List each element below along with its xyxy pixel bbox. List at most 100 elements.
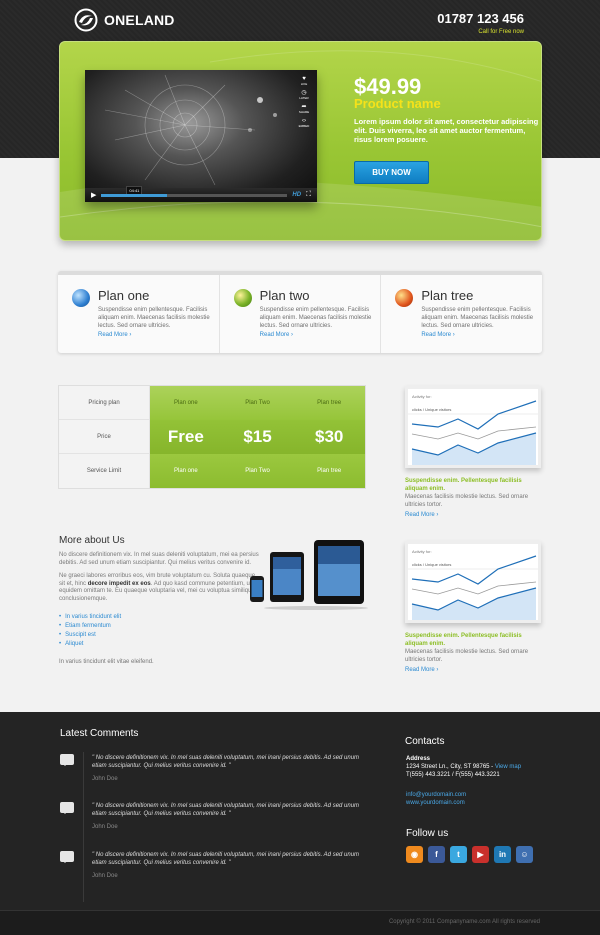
stats-chart-thumbnail[interactable]: Activity for: clicks / Unique visitors bbox=[405, 386, 541, 468]
later-label: LATER bbox=[299, 96, 309, 100]
comment-author: John Doe bbox=[92, 776, 118, 782]
plan-card: Plan two Suspendisse enim pellentesque. … bbox=[220, 275, 382, 353]
plan-one-globe-icon bbox=[72, 289, 90, 307]
linkedin-icon[interactable]: in bbox=[494, 846, 511, 863]
plan-title: Plan two bbox=[259, 288, 310, 303]
twitter-icon[interactable]: t bbox=[450, 846, 467, 863]
pricing-row-price: Price Free $15 $30 bbox=[59, 420, 365, 454]
play-icon[interactable]: ▶ bbox=[91, 191, 96, 199]
plan-read-more-link[interactable]: Read More › bbox=[98, 332, 131, 338]
plan-title: Plan one bbox=[98, 288, 150, 303]
stats-widget: Activity for: clicks / Unique visitors S… bbox=[405, 386, 541, 518]
comment-bubble-icon bbox=[60, 802, 74, 814]
plan-read-more-link[interactable]: Read More › bbox=[260, 332, 293, 338]
youtube-icon[interactable]: ▶ bbox=[472, 846, 489, 863]
chart-sub: clicks / Unique visitors bbox=[412, 407, 451, 412]
email-link[interactable]: info@yourdomain.com bbox=[406, 792, 466, 798]
stats-chart-thumbnail[interactable]: Activity for: clicks / Unique visitors bbox=[405, 541, 541, 623]
pricing-cell[interactable]: Plan one bbox=[150, 386, 222, 420]
footer-bottom-bar: Copyright © 2011 Companyname.com All rig… bbox=[0, 910, 600, 935]
chart-label: Activity for: bbox=[412, 394, 432, 399]
about-list-item[interactable]: In varius tincidunt elit bbox=[59, 613, 259, 622]
address-line: 1234 Street Ln., City, ST 98765 - bbox=[406, 764, 495, 770]
about-list-item[interactable]: Suscipit est bbox=[59, 631, 259, 640]
about-list-item[interactable]: Aliquet bbox=[59, 640, 259, 649]
comment-text: " No discere definitionem vix. In mel su… bbox=[92, 852, 360, 866]
pricing-cell: Plan Two bbox=[245, 468, 270, 474]
hero-product-name: Product name bbox=[354, 96, 441, 111]
plans-strip: Plan one Suspendisse enim pellentesque. … bbox=[58, 271, 542, 353]
address-label: Address bbox=[406, 756, 431, 762]
widget-heading: Suspendisse enim. Pellentesque facilisis… bbox=[405, 478, 522, 492]
plan-title: Plan tree bbox=[421, 288, 474, 303]
facebook-icon[interactable]: f bbox=[428, 846, 445, 863]
about-list: In varius tincidunt elit Etiam fermentum… bbox=[59, 613, 259, 649]
pricing-row-limit: Service Limit Plan one Plan Two Plan tre… bbox=[59, 454, 365, 488]
plan-two-globe-icon bbox=[233, 289, 252, 307]
widget-read-more-link[interactable]: Read More › bbox=[405, 512, 541, 518]
pricing-cell[interactable]: Plan tree bbox=[293, 386, 365, 420]
contact-links: info@yourdomain.com www.yourdomain.com bbox=[406, 791, 466, 807]
like-label: LIKE bbox=[300, 82, 308, 86]
plan-read-more-link[interactable]: Read More › bbox=[421, 332, 454, 338]
buy-now-button[interactable]: BUY NOW bbox=[354, 161, 429, 184]
comment-text: " No discere definitionem vix. In mel su… bbox=[92, 803, 360, 817]
site-logo[interactable]: ONELAND bbox=[74, 8, 175, 32]
phone-subtitle: Call for Free now bbox=[478, 29, 524, 35]
plan-text: Suspendisse enim pellentesque. Facilisis… bbox=[98, 307, 210, 329]
video-progress-track[interactable]: 04:41 bbox=[101, 185, 288, 197]
video-controls: ▶ 04:41 HD ⛶ bbox=[85, 185, 317, 202]
later-action[interactable]: ◷ LATER bbox=[299, 90, 308, 100]
hd-toggle[interactable]: HD bbox=[292, 192, 301, 198]
share-action[interactable]: ➦ SHARE bbox=[299, 104, 309, 114]
about-paragraph: Ne graeci labores erroribus eos, vim bru… bbox=[59, 573, 259, 603]
social-icons: ◉ f t ▶ in ☺ bbox=[406, 846, 533, 863]
video-player[interactable]: ♥ LIKE ◷ LATER ➦ SHARE ‹› EMBED ▶ 04:41 HD ⛶ bbox=[85, 70, 317, 202]
pricing-row-label: Pricing plan bbox=[59, 386, 150, 420]
hero-description: Lorem ipsum dolor sit amet, consectetur … bbox=[354, 117, 539, 144]
pricing-price: $30 bbox=[314, 427, 344, 446]
pricing-cell: Plan tree bbox=[317, 468, 342, 474]
share-label: SHARE bbox=[298, 110, 310, 114]
pricing-row-label: Price bbox=[59, 420, 150, 454]
footer: Latest Comments " No discere definitione… bbox=[0, 712, 600, 935]
view-map-link[interactable]: View map bbox=[495, 764, 521, 770]
devices-image bbox=[250, 540, 368, 610]
pricing-row-plans: Pricing plan Plan one Plan Two Plan tree bbox=[59, 386, 365, 420]
myspace-icon[interactable]: ☺ bbox=[516, 846, 533, 863]
plan-text: Suspendisse enim pellentesque. Facilisis… bbox=[259, 307, 372, 329]
follow-us-title: Follow us bbox=[406, 828, 449, 839]
plan-tree-globe-icon bbox=[395, 289, 414, 307]
about-list-item[interactable]: Etiam fermentum bbox=[59, 622, 259, 631]
rss-icon[interactable]: ◉ bbox=[406, 846, 423, 863]
hero-panel: ♥ LIKE ◷ LATER ➦ SHARE ‹› EMBED ▶ 04:41 HD ⛶… bbox=[59, 41, 542, 241]
embed-label: EMBED bbox=[298, 124, 310, 128]
embed-action[interactable]: ‹› EMBED bbox=[299, 118, 310, 128]
phone-fax-line: T(555) 443.3221 / F(555) 443.3221 bbox=[406, 772, 500, 778]
plan-card: Plan tree Suspendisse enim pellentesque.… bbox=[381, 275, 542, 353]
stats-widget: Activity for: clicks / Unique visitors S… bbox=[405, 541, 541, 673]
comment-bubble-icon bbox=[60, 851, 74, 863]
comments-timeline-line bbox=[83, 752, 84, 902]
website-link[interactable]: www.yourdomain.com bbox=[406, 800, 465, 806]
pricing-table: Pricing plan Plan one Plan Two Plan tree… bbox=[58, 385, 366, 489]
fullscreen-icon[interactable]: ⛶ bbox=[306, 191, 311, 199]
pricing-price: $15 bbox=[243, 427, 272, 446]
about-section: More about Us No discere definitionem vi… bbox=[59, 535, 259, 665]
comment-author: John Doe bbox=[92, 824, 118, 830]
chart-sub: clicks / Unique visitors bbox=[412, 562, 451, 567]
plan-text: Suspendisse enim pellentesque. Facilisis… bbox=[421, 307, 534, 329]
chart-label: Activity for: bbox=[412, 549, 432, 554]
latest-comments-title: Latest Comments bbox=[60, 728, 139, 739]
video-progress-fill bbox=[101, 193, 167, 197]
widget-text: Maecenas facilisis molestie lectus. Sed … bbox=[405, 494, 529, 508]
about-footnote: In varius tincidunt elit vitae eleifend. bbox=[59, 659, 154, 665]
phone-number: 01787 123 456 bbox=[437, 11, 524, 26]
pricing-cell[interactable]: Plan Two bbox=[222, 386, 294, 420]
plan-card: Plan one Suspendisse enim pellentesque. … bbox=[58, 275, 220, 353]
widget-read-more-link[interactable]: Read More › bbox=[405, 667, 541, 673]
video-side-actions: ♥ LIKE ◷ LATER ➦ SHARE ‹› EMBED bbox=[297, 76, 311, 128]
like-action[interactable]: ♥ LIKE bbox=[301, 76, 308, 86]
widget-heading: Suspendisse enim. Pellentesque facilisis… bbox=[405, 633, 522, 647]
logo-text: ONELAND bbox=[104, 12, 175, 28]
